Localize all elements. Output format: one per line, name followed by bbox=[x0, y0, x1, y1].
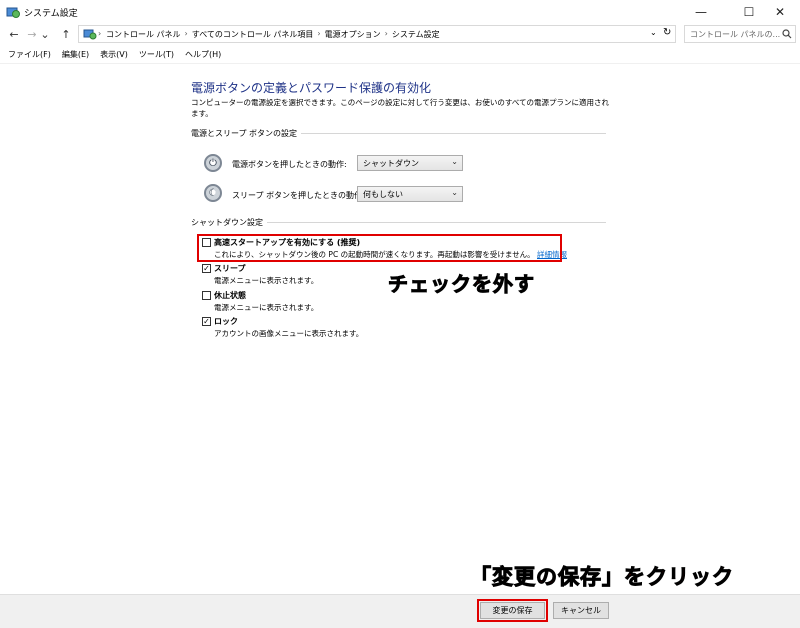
sleep-button-select[interactable]: 何もしない ⌄ bbox=[357, 186, 463, 202]
up-button[interactable]: ↑ bbox=[58, 26, 74, 42]
search-icon bbox=[782, 29, 792, 39]
breadcrumb-control-panel[interactable]: コントロール パネル bbox=[106, 29, 181, 40]
menu-tools[interactable]: ツール(T) bbox=[139, 49, 174, 60]
title-bar bbox=[0, 0, 800, 24]
search-input[interactable]: コントロール パネルの... bbox=[684, 25, 796, 43]
control-panel-icon bbox=[6, 7, 20, 18]
highlight-box-fast-startup bbox=[197, 234, 562, 262]
sleep-label: スリープ bbox=[214, 264, 246, 273]
sleep-button-label: スリープ ボタンを押したときの動作: bbox=[232, 191, 365, 200]
close-button[interactable]: ✕ bbox=[760, 0, 800, 24]
power-button-label: 電源ボタンを押したときの動作: bbox=[232, 160, 347, 169]
sleep-button-value: 何もしない bbox=[363, 190, 403, 199]
lock-desc: アカウントの画像メニューに表示されます。 bbox=[214, 329, 364, 338]
power-button-value: シャットダウン bbox=[363, 159, 419, 168]
control-panel-icon bbox=[83, 29, 97, 40]
breadcrumb-separator-icon: › bbox=[384, 29, 388, 38]
window-title: システム設定 bbox=[24, 9, 78, 19]
sleep-desc: 電源メニューに表示されます。 bbox=[214, 276, 319, 285]
lock-checkbox[interactable]: ✓ bbox=[202, 317, 211, 326]
hibernate-label: 休止状態 bbox=[214, 291, 246, 300]
sleep-icon: ☾ bbox=[204, 184, 222, 202]
breadcrumb-power-options[interactable]: 電源オプション bbox=[325, 29, 381, 40]
chevron-down-icon: ⌄ bbox=[451, 188, 458, 197]
hibernate-checkbox[interactable] bbox=[202, 291, 211, 300]
menu-view[interactable]: 表示(V) bbox=[100, 49, 128, 60]
menu-help[interactable]: ヘルプ(H) bbox=[185, 49, 221, 60]
cancel-button[interactable]: キャンセル bbox=[553, 602, 609, 619]
page-description: コンピューターの電源設定を選択できます。このページの設定に対して行う変更は、お使… bbox=[191, 98, 610, 118]
sleep-checkbox[interactable]: ✓ bbox=[202, 264, 211, 273]
highlight-box-save bbox=[477, 599, 548, 622]
chevron-down-icon: ⌄ bbox=[451, 157, 458, 166]
shutdown-section-label: シャットダウン設定 bbox=[191, 217, 267, 228]
menu-file[interactable]: ファイル(F) bbox=[8, 49, 51, 60]
back-button[interactable]: ← bbox=[6, 26, 22, 42]
power-section-label: 電源とスリープ ボタンの設定 bbox=[191, 128, 302, 139]
forward-button[interactable]: → bbox=[24, 26, 40, 42]
menu-bar: ファイル(F) 編集(E) 表示(V) ツール(T) ヘルプ(H) bbox=[0, 46, 800, 64]
annotation-uncheck: チェックを外す bbox=[388, 272, 535, 297]
breadcrumb-separator-icon: › bbox=[184, 29, 188, 38]
breadcrumb: コントロール パネル › すべてのコントロール パネル項目 › 電源オプション … bbox=[106, 29, 444, 40]
minimize-button[interactable]: — bbox=[681, 0, 721, 24]
address-dropdown-icon[interactable]: ⌄ bbox=[650, 28, 657, 37]
menu-edit[interactable]: 編集(E) bbox=[62, 49, 89, 60]
power-icon: ⏻ bbox=[204, 154, 222, 172]
power-button-select[interactable]: シャットダウン ⌄ bbox=[357, 155, 463, 171]
hibernate-desc: 電源メニューに表示されます。 bbox=[214, 303, 319, 312]
breadcrumb-separator-icon: › bbox=[98, 29, 102, 38]
lock-label: ロック bbox=[214, 317, 238, 326]
breadcrumb-system-settings[interactable]: システム設定 bbox=[392, 29, 440, 40]
refresh-button[interactable]: ↻ bbox=[663, 27, 671, 38]
button-bar bbox=[0, 594, 800, 628]
breadcrumb-separator-icon: › bbox=[317, 29, 321, 38]
recent-pages-dropdown[interactable]: ⌄ bbox=[40, 26, 50, 42]
page-title: 電源ボタンの定義とパスワード保護の有効化 bbox=[191, 81, 432, 95]
breadcrumb-all-items[interactable]: すべてのコントロール パネル項目 bbox=[192, 29, 314, 40]
annotation-click-save: 「変更の保存」をクリック bbox=[470, 565, 734, 590]
